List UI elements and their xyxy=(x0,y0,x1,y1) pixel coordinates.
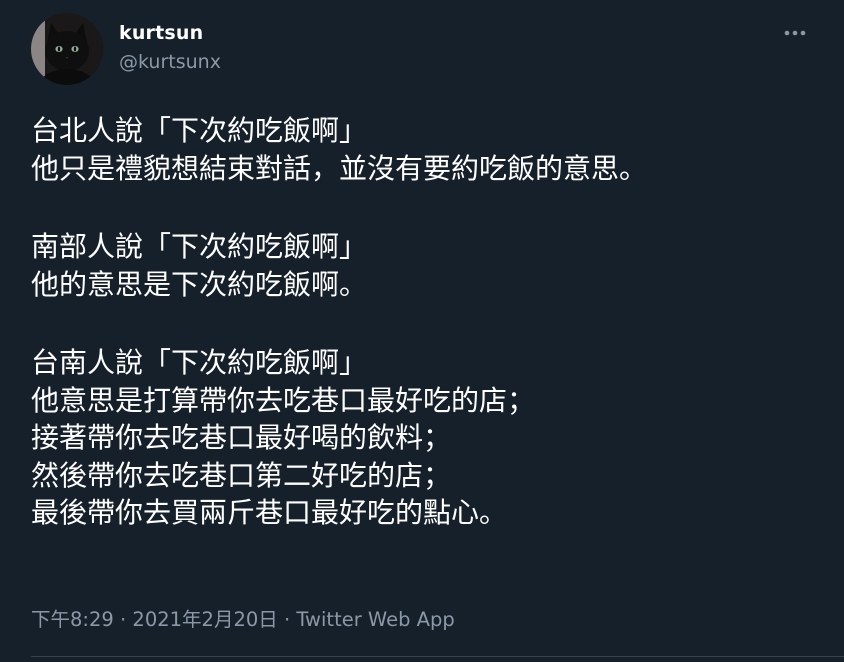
divider xyxy=(31,656,844,657)
tweet-line: 接著帶你去吃巷口最好喝的飲料； xyxy=(31,421,452,454)
tweet-timestamp-link[interactable]: 下午8:29 · 2021年2月20日 xyxy=(31,608,278,631)
tweet-date: 2021年2月20日 xyxy=(132,608,278,631)
cat-avatar-icon xyxy=(31,13,103,85)
tweet-line: 最後帶你去買兩斤巷口最好吃的點心。 xyxy=(31,496,508,529)
tweet-line: 他只是禮貌想結束對話，並沒有要約吃飯的意思。 xyxy=(31,151,648,185)
display-name[interactable]: kurtsun xyxy=(119,22,203,44)
user-handle[interactable]: @kurtsunx xyxy=(119,51,221,73)
tweet-metadata: 下午8:29 · 2021年2月20日 · Twitter Web App xyxy=(31,603,455,632)
meta-separator: · xyxy=(277,608,297,631)
meta-separator: · xyxy=(113,608,133,631)
tweet-time: 下午8:29 xyxy=(31,608,114,631)
tweet-text: 台北人說「下次約吃飯啊」 他只是禮貌想結束對話，並沒有要約吃飯的意思。 南部人說… xyxy=(31,112,821,532)
avatar[interactable] xyxy=(31,13,103,85)
tweet-line: 他意思是打算帶你去吃巷口最好吃的店； xyxy=(31,383,536,417)
tweet-source-link[interactable]: Twitter Web App xyxy=(296,608,454,631)
tweet-line: 他的意思是下次約吃飯啊。 xyxy=(31,267,368,301)
tweet-line: 台南人說「下次約吃飯啊」 xyxy=(31,346,368,379)
tweet-line: 台北人說「下次約吃飯啊」 xyxy=(31,114,368,147)
more-options-button[interactable] xyxy=(776,18,814,48)
tweet-card: kurtsun @kurtsunx 台北人說「下次約吃飯啊」 他只是禮貌想結束對… xyxy=(0,0,844,662)
more-horizontal-icon xyxy=(784,30,806,36)
tweet-line: 南部人說「下次約吃飯啊」 xyxy=(31,230,368,263)
tweet-line: 然後帶你去吃巷口第二好吃的店； xyxy=(31,458,452,492)
